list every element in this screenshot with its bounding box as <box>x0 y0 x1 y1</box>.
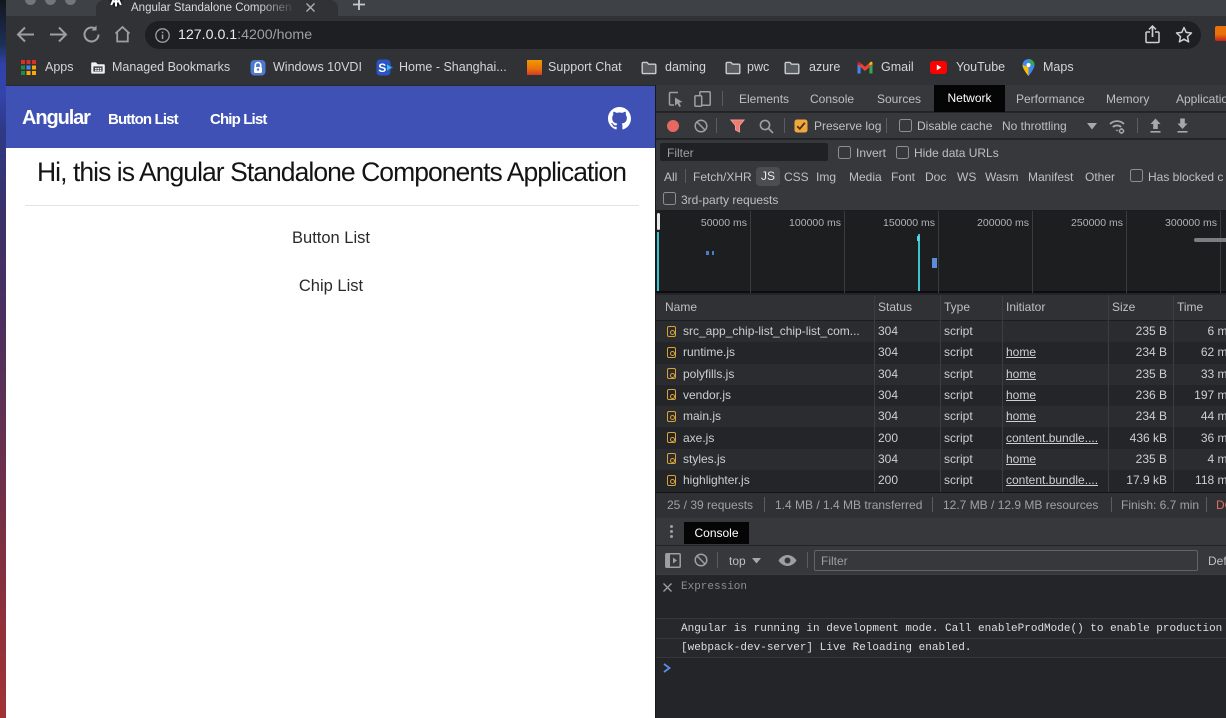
svg-text:S: S <box>378 61 386 75</box>
